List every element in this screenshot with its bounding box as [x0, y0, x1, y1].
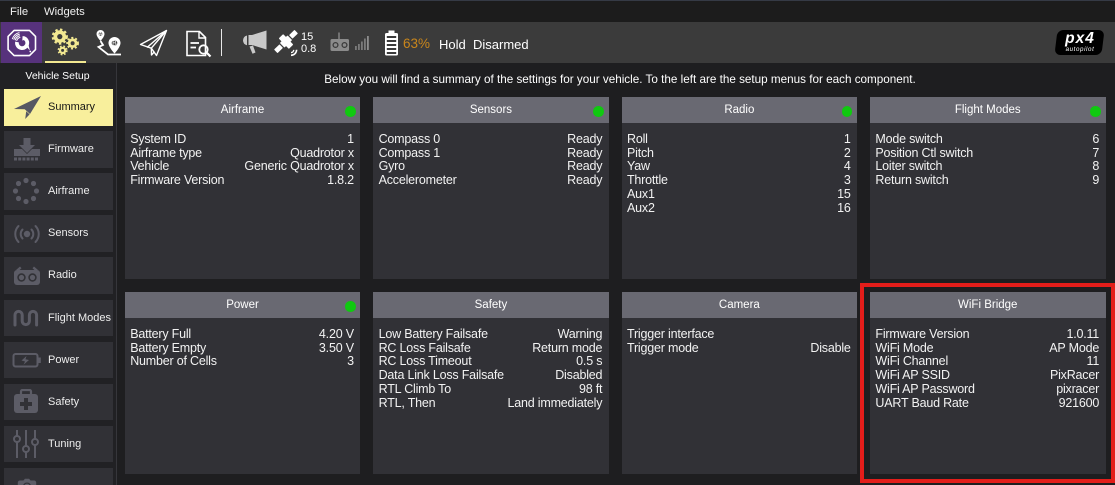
svg-text:B: B [112, 41, 117, 48]
svg-text:A: A [98, 32, 102, 38]
